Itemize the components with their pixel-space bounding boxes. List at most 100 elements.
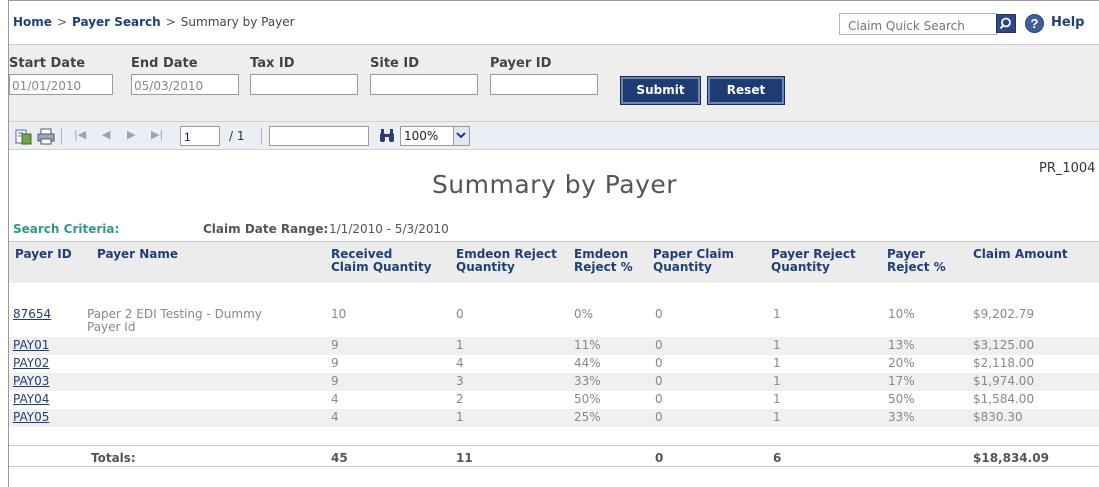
tax-id-field[interactable] [250, 74, 358, 95]
reset-button[interactable]: Reset [707, 76, 785, 105]
column-header[interactable]: Payer Name [97, 248, 178, 261]
payer-id-label: Payer ID [490, 56, 552, 71]
received-claim-quantity: 9 [331, 374, 339, 388]
claim-amount: $9,202.79 [973, 307, 1035, 321]
claim-amount: $1,974.00 [973, 374, 1035, 388]
payer-id-link[interactable]: 87654 [13, 308, 51, 321]
breadcrumb-current: Summary by Payer [180, 15, 295, 29]
search-icon [999, 17, 1011, 30]
emdeon-reject-quantity: 1 [456, 338, 464, 352]
report-toolbar: |◀ ◀ ▶ ▶| / 1 100% [9, 121, 1099, 150]
breadcrumb-home-link[interactable]: Home [13, 15, 52, 29]
start-date-label: Start Date [9, 56, 86, 71]
total-received: 45 [331, 451, 348, 465]
next-page-icon[interactable]: ▶ [127, 128, 135, 141]
emdeon-reject-quantity: 4 [456, 356, 464, 370]
emdeon-reject-percent: 0% [574, 307, 594, 321]
breadcrumb: Home > Payer Search > Summary by Payer [13, 15, 295, 29]
zoom-value: 100% [404, 129, 439, 143]
payer-reject-quantity: 1 [773, 392, 781, 406]
quick-search-button[interactable] [996, 14, 1016, 33]
paper-claim-quantity: 0 [655, 410, 663, 424]
payer-id-link[interactable]: PAY01 [13, 339, 49, 352]
end-date-field[interactable] [131, 74, 239, 95]
received-claim-quantity: 9 [331, 338, 339, 352]
prev-page-icon[interactable]: ◀ [102, 128, 110, 141]
search-criteria-form: Start Date End Date Tax ID Site ID Payer… [9, 44, 1099, 121]
received-claim-quantity: 4 [331, 392, 339, 406]
claim-amount: $1,584.00 [973, 392, 1035, 406]
emdeon-reject-percent: 44% [574, 356, 601, 370]
payer-reject-quantity: 1 [773, 374, 781, 388]
claim-amount: $830.30 [973, 410, 1023, 424]
total-emdeon-reject: 11 [456, 451, 473, 465]
report-title: Summary by Payer [431, 170, 678, 199]
dropdown-arrow-icon[interactable] [453, 127, 469, 145]
zoom-select[interactable]: 100% [400, 126, 470, 146]
column-header[interactable]: Received Claim Quantity [331, 248, 432, 274]
table-header: Payer ID Payer Name Received Claim Quant… [9, 241, 1099, 283]
page-total: / 1 [229, 129, 245, 143]
page-number-input[interactable] [180, 126, 220, 146]
column-header[interactable]: Emdeon Reject Quantity [456, 248, 557, 274]
submit-button[interactable]: Submit [620, 76, 701, 105]
table-row: PAY03 9 3 33% 0 1 17% $1,974.00 [9, 373, 1099, 391]
toolbar-divider [61, 128, 62, 145]
payer-id-link[interactable]: PAY04 [13, 393, 49, 406]
totals-row: Totals: 45 11 0 6 $18,834.09 [9, 445, 1099, 467]
column-header[interactable]: Paper Claim Quantity [653, 248, 734, 274]
help-link[interactable]: Help [1051, 15, 1084, 30]
emdeon-reject-percent: 11% [574, 338, 601, 352]
emdeon-reject-quantity: 0 [456, 307, 464, 321]
site-id-field[interactable] [370, 74, 478, 95]
emdeon-reject-quantity: 1 [456, 410, 464, 424]
payer-id-field[interactable] [490, 74, 598, 95]
column-header[interactable]: Payer Reject % [887, 248, 946, 274]
payer-reject-quantity: 1 [773, 356, 781, 370]
payer-reject-percent: 13% [888, 338, 915, 352]
payer-reject-quantity: 1 [773, 307, 781, 321]
site-id-label: Site ID [370, 56, 420, 71]
emdeon-reject-percent: 33% [574, 374, 601, 388]
column-header[interactable]: Payer Reject Quantity [771, 248, 856, 274]
first-page-icon[interactable]: |◀ [74, 128, 86, 141]
emdeon-reject-quantity: 2 [456, 392, 464, 406]
breadcrumb-payer-search-link[interactable]: Payer Search [72, 15, 161, 29]
payer-reject-quantity: 1 [773, 338, 781, 352]
column-header[interactable]: Claim Amount [973, 248, 1068, 261]
paper-claim-quantity: 0 [655, 338, 663, 352]
print-icon[interactable] [37, 128, 55, 145]
table-row: PAY05 4 1 25% 0 1 33% $830.30 [9, 409, 1099, 427]
help-icon[interactable]: ? [1025, 14, 1044, 33]
search-criteria-label: Search Criteria: [13, 222, 120, 236]
payer-reject-percent: 50% [888, 392, 915, 406]
table-row: 87654 Paper 2 EDI Testing - Dummy Payer … [9, 305, 1099, 335]
payer-reject-percent: 10% [888, 307, 915, 321]
table-row: PAY04 4 2 50% 0 1 50% $1,584.00 [9, 391, 1099, 409]
table-row: PAY02 9 4 44% 0 1 20% $2,118.00 [9, 355, 1099, 373]
totals-label: Totals: [91, 451, 136, 465]
payer-id-link[interactable]: PAY05 [13, 411, 49, 424]
total-paper-claim: 0 [655, 451, 664, 465]
toolbar-divider [261, 128, 262, 145]
claim-quick-search-input[interactable] [839, 13, 997, 35]
payer-id-link[interactable]: PAY03 [13, 375, 49, 388]
paper-claim-quantity: 0 [655, 392, 663, 406]
find-text-input[interactable] [269, 126, 369, 146]
received-claim-quantity: 9 [331, 356, 339, 370]
export-icon[interactable] [15, 128, 32, 145]
column-header[interactable]: Payer ID [15, 248, 72, 261]
start-date-field[interactable] [9, 74, 113, 95]
column-header[interactable]: Emdeon Reject % [574, 248, 633, 274]
claim-amount: $2,118.00 [973, 356, 1035, 370]
payer-reject-percent: 17% [888, 374, 915, 388]
last-page-icon[interactable]: ▶| [151, 128, 163, 141]
find-binoculars-icon[interactable] [379, 128, 395, 143]
payer-id-link[interactable]: PAY02 [13, 357, 49, 370]
payer-reject-percent: 33% [888, 410, 915, 424]
emdeon-reject-quantity: 3 [456, 374, 464, 388]
emdeon-reject-percent: 25% [574, 410, 601, 424]
paper-claim-quantity: 0 [655, 356, 663, 370]
breadcrumb-separator: > [56, 15, 67, 29]
claim-date-range-label: Claim Date Range: [203, 222, 329, 236]
